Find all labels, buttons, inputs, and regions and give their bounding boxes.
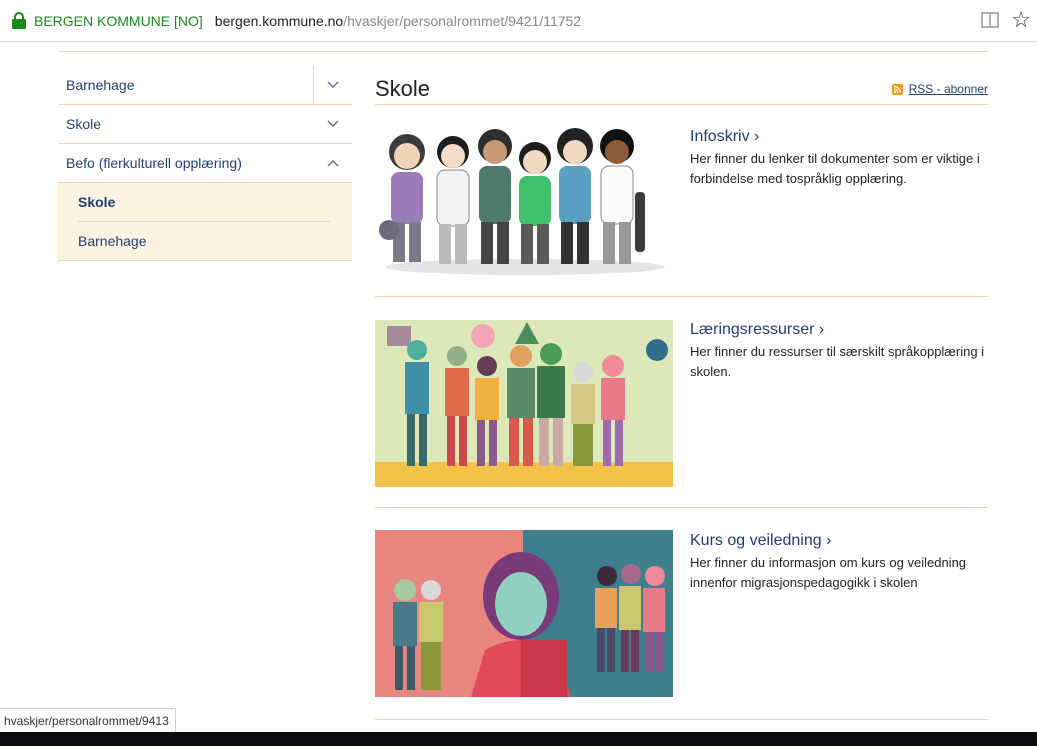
card-title-link[interactable]: Infoskriv › bbox=[690, 128, 990, 146]
page-title: Skole bbox=[375, 76, 431, 101]
sidebar-nav: Barnehage Skole Befo (flerkulturell oppl… bbox=[58, 66, 352, 261]
card-text: Kurs og veiledning › Her finner du infor… bbox=[690, 532, 990, 593]
sidebar-item-befo[interactable]: Befo (flerkulturell opplæring) bbox=[58, 144, 352, 183]
url-path[interactable]: /hvaskjer/personalrommet/9421/11752 bbox=[343, 13, 581, 29]
sidebar-item-skole[interactable]: Skole bbox=[58, 105, 352, 144]
subitem-barnehage[interactable]: Barnehage bbox=[58, 222, 352, 260]
card-infoskriv: Infoskriv › Her finner du lenker til dok… bbox=[375, 104, 988, 297]
sidebar-item-barnehage[interactable]: Barnehage bbox=[58, 66, 352, 105]
taskbar-strip bbox=[0, 732, 1037, 746]
chevron-down-icon[interactable] bbox=[313, 66, 352, 104]
kurs-illustration[interactable] bbox=[375, 530, 673, 697]
lock-icon[interactable] bbox=[12, 12, 26, 29]
site-identity[interactable]: BERGEN KOMMUNE [NO] bbox=[34, 13, 203, 29]
rss-icon[interactable] bbox=[891, 83, 903, 95]
sidebar-item-label[interactable]: Befo (flerkulturell opplæring) bbox=[58, 155, 242, 171]
laeringsressurser-illustration[interactable] bbox=[375, 320, 673, 487]
chevron-down-icon[interactable] bbox=[314, 105, 352, 143]
top-divider bbox=[58, 51, 988, 52]
card-title-link[interactable]: Kurs og veiledning › bbox=[690, 532, 990, 550]
sidebar-item-label[interactable]: Barnehage bbox=[58, 77, 135, 93]
card-laeringsressurser: Læringsressurser › Her finner du ressurs… bbox=[375, 297, 988, 508]
rss-link[interactable]: RSS - abonner bbox=[909, 82, 988, 96]
rss-subscribe[interactable]: RSS - abonner bbox=[891, 82, 988, 96]
card-kurs-og-veiledning: Kurs og veiledning › Her finner du infor… bbox=[375, 508, 988, 720]
card-description: Her finner du informasjon om kurs og vei… bbox=[690, 555, 967, 590]
favorite-star-icon[interactable]: ☆ bbox=[1011, 7, 1031, 33]
address-bar[interactable]: BERGEN KOMMUNE [NO] bergen.kommune.no/hv… bbox=[0, 0, 1037, 42]
befo-submenu: Skole Barnehage bbox=[58, 183, 352, 261]
infoskriv-illustration[interactable] bbox=[375, 122, 673, 278]
card-text: Infoskriv › Her finner du lenker til dok… bbox=[690, 128, 990, 189]
sidebar-item-label[interactable]: Skole bbox=[58, 116, 101, 132]
card-text: Læringsressurser › Her finner du ressurs… bbox=[690, 321, 990, 382]
subitem-skole[interactable]: Skole bbox=[58, 183, 352, 221]
reading-view-icon[interactable] bbox=[981, 12, 999, 28]
url-host[interactable]: bergen.kommune.no bbox=[215, 13, 343, 29]
main-content: Skole RSS - abonner Infoskriv › Her finn… bbox=[375, 66, 988, 720]
status-url-tooltip: hvaskjer/personalrommet/9413 bbox=[0, 708, 176, 734]
main-header: Skole RSS - abonner bbox=[375, 66, 988, 105]
card-description: Her finner du ressurser til særskilt spr… bbox=[690, 344, 985, 379]
chevron-up-icon[interactable] bbox=[314, 144, 352, 182]
card-title-link[interactable]: Læringsressurser › bbox=[690, 321, 990, 339]
card-description: Her finner du lenker til dokumenter som … bbox=[690, 151, 980, 186]
